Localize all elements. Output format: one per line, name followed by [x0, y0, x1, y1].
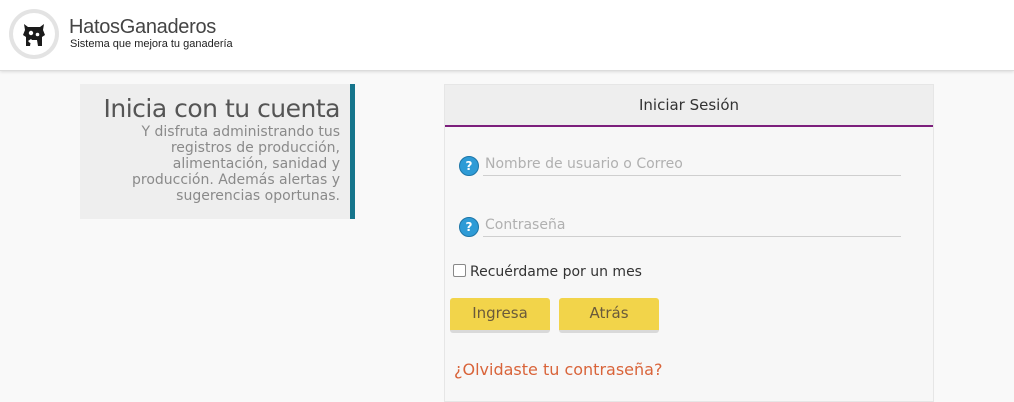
help-icon[interactable]: ?: [459, 156, 479, 176]
top-header: HatosGanaderos Sistema que mejora tu gan…: [0, 0, 1014, 71]
username-input[interactable]: [483, 152, 901, 176]
forgot-password-link[interactable]: ¿Olvidaste tu contraseña?: [454, 360, 662, 379]
login-card: Iniciar Sesión ? ? Recuérdame por un mes…: [444, 84, 934, 402]
submit-button[interactable]: Ingresa: [450, 298, 550, 333]
brand-title[interactable]: HatosGanaderos: [69, 16, 216, 39]
promo-panel: Inicia con tu cuenta Y disfruta administ…: [80, 84, 355, 219]
password-input[interactable]: [483, 213, 901, 237]
login-card-title: Iniciar Sesión: [445, 85, 933, 127]
brand-subtitle: Sistema que mejora tu ganadería: [70, 38, 233, 50]
help-icon[interactable]: ?: [459, 217, 479, 237]
remember-me-checkbox[interactable]: Recuérdame por un mes: [453, 264, 642, 280]
checkbox-box[interactable]: [453, 264, 466, 277]
promo-description: Y disfruta administrando tus registros d…: [131, 124, 340, 204]
promo-title: Inicia con tu cuenta: [103, 94, 341, 123]
back-button[interactable]: Atrás: [559, 298, 659, 333]
cow-icon: [13, 13, 55, 55]
brand-logo[interactable]: [9, 9, 59, 59]
remember-me-label: Recuérdame por un mes: [470, 264, 642, 280]
